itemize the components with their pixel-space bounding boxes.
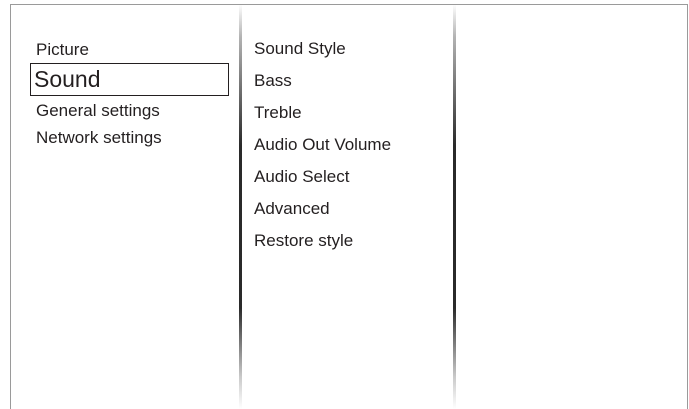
submenu-item-bass[interactable]: Bass — [254, 68, 449, 100]
main-menu: Picture Sound General settings Network s… — [30, 36, 230, 151]
submenu-item-restore-style[interactable]: Restore style — [254, 228, 449, 260]
main-menu-item-picture[interactable]: Picture — [30, 36, 230, 63]
submenu-item-audio-out-volume[interactable]: Audio Out Volume — [254, 132, 449, 164]
column-divider — [239, 4, 242, 409]
sound-submenu: Sound Style Bass Treble Audio Out Volume… — [254, 36, 449, 260]
submenu-item-advanced[interactable]: Advanced — [254, 196, 449, 228]
main-menu-item-network-settings[interactable]: Network settings — [30, 124, 230, 151]
submenu-item-audio-select[interactable]: Audio Select — [254, 164, 449, 196]
submenu-item-treble[interactable]: Treble — [254, 100, 449, 132]
main-menu-item-sound[interactable]: Sound — [30, 63, 229, 96]
column-divider — [453, 4, 456, 409]
main-menu-item-general-settings[interactable]: General settings — [30, 97, 230, 124]
submenu-item-sound-style[interactable]: Sound Style — [254, 36, 449, 68]
